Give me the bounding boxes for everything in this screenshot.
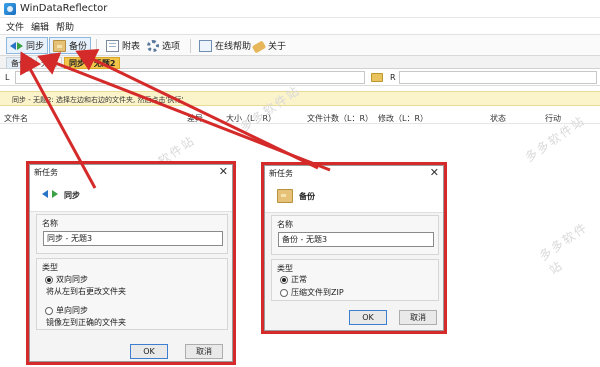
tab-backup[interactable]: 备份 — [6, 57, 32, 69]
two-way-sync-radio[interactable]: 双向同步 — [45, 274, 88, 285]
type-label: 类型 — [42, 263, 58, 272]
two-way-sync-label: 双向同步 — [56, 275, 88, 284]
backup-dialog-title: 新任务 — [269, 169, 293, 178]
ok-button[interactable]: OK — [130, 344, 168, 359]
one-way-sync-label: 单向同步 — [56, 306, 88, 315]
radio-button[interactable] — [280, 288, 288, 297]
type-group: 类型 正常 压缩文件到ZIP — [271, 259, 439, 301]
app-icon — [4, 3, 16, 15]
options-button[interactable]: 选项 — [144, 37, 183, 54]
close-icon[interactable]: ✕ — [430, 166, 439, 179]
options-button-label: 选项 — [162, 42, 181, 52]
close-icon[interactable]: ✕ — [219, 165, 228, 178]
info-bar-text: 同步 - 无题2: 选择左边和右边的文件夹, 然后点击'执行' — [12, 96, 184, 104]
col-action[interactable]: 行动 — [545, 113, 561, 124]
window-title: WinDataReflector — [20, 3, 108, 14]
col-modified[interactable]: 修改（L：R） — [378, 113, 428, 124]
about-button-label: 关于 — [268, 42, 287, 52]
web-help-icon — [199, 39, 212, 52]
watermark: 多多软件站 — [237, 83, 303, 135]
path-row: L R — [0, 70, 600, 86]
online-help-label: 在线帮助 — [215, 42, 252, 52]
radio-button-selected[interactable] — [280, 275, 288, 284]
menu-bar: 文件 编辑 帮助 — [0, 18, 600, 34]
backup-dialog-titlebar: 新任务 ✕ — [265, 166, 443, 181]
sync-button-label: 同步 — [26, 42, 45, 52]
name-group: 名称 备份 - 无题3 — [271, 215, 439, 255]
sync-arrows-icon — [42, 188, 58, 202]
menu-edit[interactable]: 编辑 — [31, 20, 49, 33]
one-way-sync-desc: 镜像左到正确的文件夹 — [46, 318, 126, 327]
col-difference[interactable]: 差异 — [187, 113, 203, 124]
backup-dialog: 新任务 ✕ 备份 名称 备份 - 无题3 类型 正常 压缩文件到ZIP OK 取… — [264, 165, 444, 331]
cancel-button[interactable]: 取消 — [185, 344, 223, 359]
name-input[interactable]: 同步 - 无题3 — [43, 231, 223, 246]
sync-dialog-heading: 同步 — [64, 191, 80, 200]
file-list-header: 文件名 差异 大小（L：R） 文件计数（L：R） 修改（L：R） 状态 行动 — [0, 111, 600, 124]
left-path-input[interactable] — [15, 71, 365, 84]
online-help-button[interactable]: 在线帮助 — [196, 37, 254, 54]
type-label: 类型 — [277, 264, 293, 273]
sync-arrows-icon — [10, 40, 23, 52]
two-way-sync-desc: 将从左到右更改文件夹 — [46, 287, 126, 296]
backup-box-icon — [53, 39, 66, 52]
one-way-sync-radio[interactable]: 单向同步 — [45, 305, 88, 316]
backup-dialog-heading: 备份 — [299, 192, 315, 201]
toolbar-separator — [96, 39, 97, 53]
name-label: 名称 — [42, 219, 58, 228]
backup-box-icon — [277, 189, 293, 203]
about-button[interactable]: 关于 — [250, 37, 289, 54]
radio-button-selected[interactable] — [45, 275, 53, 284]
tab-untitled[interactable]: 无题 — [36, 57, 62, 69]
name-label: 名称 — [277, 220, 293, 229]
tab-strip: 备份 无题 同步 - 无题2 — [0, 56, 600, 69]
gear-icon — [147, 39, 159, 52]
left-path-label: L — [5, 73, 10, 82]
col-filename[interactable]: 文件名 — [4, 113, 28, 124]
normal-label: 正常 — [291, 275, 307, 284]
about-icon — [251, 40, 267, 54]
watermark: 多多软件站 — [536, 219, 591, 278]
cancel-button[interactable]: 取消 — [399, 310, 437, 325]
table-icon — [106, 39, 119, 52]
sync-dialog-title: 新任务 — [34, 168, 58, 177]
zip-radio[interactable]: 压缩文件到ZIP — [280, 287, 344, 298]
backup-button-label: 备份 — [69, 42, 88, 52]
table-button-label: 附表 — [122, 42, 141, 52]
backup-dialog-header: 备份 — [265, 181, 443, 213]
menu-file[interactable]: 文件 — [6, 20, 24, 33]
name-group: 名称 同步 - 无题3 — [36, 214, 228, 254]
menu-help[interactable]: 帮助 — [56, 20, 74, 33]
right-path-label: R — [390, 73, 396, 82]
backup-button[interactable]: 备份 — [49, 37, 92, 54]
ok-button[interactable]: OK — [349, 310, 387, 325]
table-button[interactable]: 附表 — [103, 37, 143, 54]
radio-button[interactable] — [45, 306, 53, 315]
left-folder-icon[interactable] — [371, 73, 383, 82]
zip-label: 压缩文件到ZIP — [291, 288, 344, 297]
window-titlebar: WinDataReflector — [0, 0, 600, 18]
tab-sync-untitled2[interactable]: 同步 - 无题2 — [64, 57, 121, 69]
col-file-count[interactable]: 文件计数（L：R） — [307, 113, 373, 124]
right-path-input[interactable] — [399, 71, 597, 84]
type-group: 类型 双向同步 将从左到右更改文件夹 单向同步 镜像左到正确的文件夹 — [36, 258, 228, 330]
toolbar-separator — [190, 39, 191, 53]
normal-radio[interactable]: 正常 — [280, 274, 307, 285]
sync-dialog-header: 同步 — [30, 180, 232, 212]
sync-button[interactable]: 同步 — [6, 37, 49, 54]
col-status[interactable]: 状态 — [490, 113, 506, 124]
toolbar: 同步 备份 附表 选项 在线帮助 关于 — [0, 34, 600, 56]
sync-dialog: 新任务 ✕ 同步 名称 同步 - 无题3 类型 双向同步 将从左到右更改文件夹 … — [29, 164, 233, 362]
name-input[interactable]: 备份 - 无题3 — [278, 232, 434, 247]
sync-dialog-titlebar: 新任务 ✕ — [30, 165, 232, 180]
